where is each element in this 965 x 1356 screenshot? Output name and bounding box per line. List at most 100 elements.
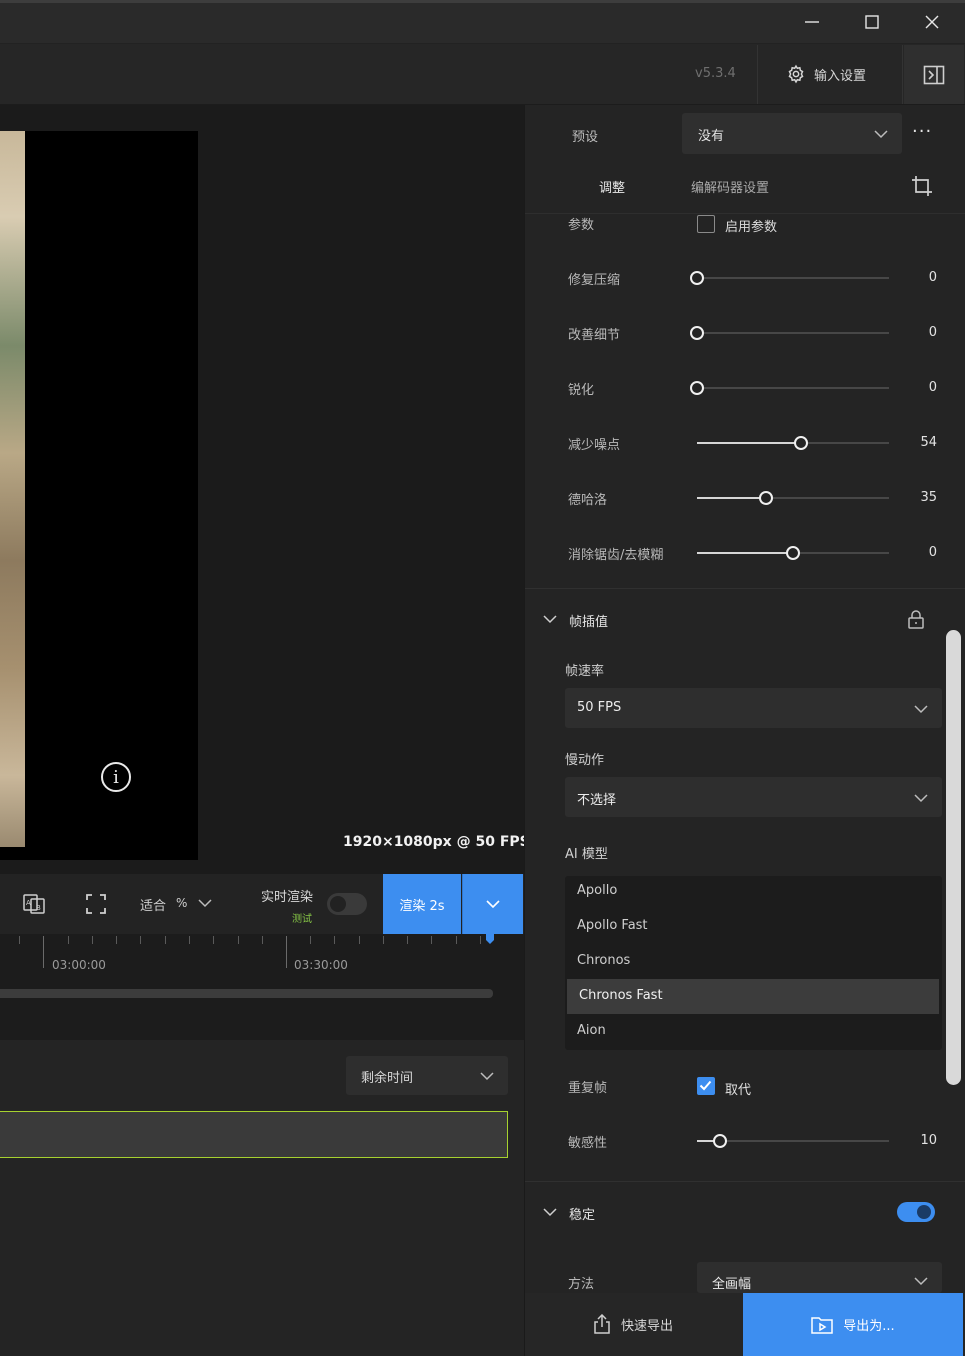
ai-model-option-label: Apollo Fast [577, 918, 648, 933]
compare-icon: A B [23, 894, 45, 914]
quick-export-button[interactable]: 快速导出 [593, 1314, 673, 1334]
slider-label: 改善细节 [568, 328, 621, 343]
timeline-tick [431, 936, 432, 944]
slider-handle[interactable] [786, 546, 800, 560]
timeline-tick [383, 936, 384, 944]
close-button[interactable] [904, 0, 960, 44]
preset-value: 没有 [698, 129, 725, 144]
render-options-button[interactable] [462, 874, 523, 934]
quick-export-label: 快速导出 [621, 1318, 674, 1334]
ai-model-option[interactable]: Apollo Fast [565, 909, 942, 944]
timeline-tick [310, 936, 311, 944]
time-display-select[interactable]: 剩余时间 [346, 1056, 508, 1095]
crop-button[interactable] [911, 175, 933, 201]
compare-button[interactable]: A B [22, 892, 46, 920]
slider-track[interactable] [697, 387, 889, 389]
version-label: v5.3.4 [695, 66, 736, 81]
timeline-tick [334, 936, 335, 944]
slider-handle[interactable] [690, 326, 704, 340]
fps-value: 50 FPS [577, 700, 622, 715]
ai-model-option-selected[interactable]: Chronos Fast [567, 979, 939, 1014]
slider-fill [697, 497, 767, 499]
slider-label: 消除锯齿/去模糊 [568, 548, 664, 563]
timeline-tick [165, 936, 166, 944]
video-frame [0, 131, 198, 860]
minimize-icon [805, 21, 819, 23]
replace-label: 取代 [725, 1083, 752, 1098]
ai-model-option[interactable]: Chronos [565, 944, 942, 979]
more-options-button[interactable]: ··· [912, 121, 932, 142]
chevron-down-icon [874, 130, 888, 139]
tab-codec-settings[interactable]: 编解码器设置 [691, 177, 769, 196]
render-button[interactable]: 渲染 2s [383, 874, 461, 934]
frame-interp-title: 帧插值 [569, 615, 609, 630]
sensitivity-slider-handle[interactable] [713, 1134, 728, 1148]
crop-icon [912, 176, 932, 196]
info-icon[interactable]: i [101, 762, 131, 792]
minimize-button[interactable] [784, 0, 840, 44]
stabilize-toggle[interactable] [897, 1202, 935, 1222]
slider-value: 35 [920, 490, 937, 505]
slider-handle[interactable] [793, 436, 808, 450]
slider-handle[interactable] [759, 491, 774, 505]
video-image [0, 131, 25, 847]
timeline-tick [238, 936, 239, 944]
lock-icon [908, 610, 924, 629]
input-settings-button[interactable]: 输入设置 [786, 60, 866, 88]
slider-label: 锐化 [568, 383, 595, 398]
slider-track[interactable] [697, 332, 889, 334]
realtime-render-toggle[interactable] [327, 893, 367, 915]
timeline-tick [456, 936, 457, 944]
toggle-panel-button[interactable] [904, 45, 964, 104]
fps-select[interactable]: 50 FPS [565, 688, 942, 728]
export-as-button[interactable]: 导出为... [743, 1293, 963, 1356]
stabilize-collapse-button[interactable] [543, 1206, 557, 1221]
ai-model-option[interactable]: Apollo [565, 874, 942, 909]
lock-button[interactable] [907, 610, 925, 634]
ai-model-option-label: Chronos [577, 953, 631, 968]
frame-interp-collapse-button[interactable] [543, 613, 557, 628]
header-divider [902, 45, 903, 104]
chevron-down-icon [480, 1072, 494, 1081]
preset-label: 预设 [572, 130, 599, 145]
section-divider [525, 588, 965, 589]
slowmo-select[interactable]: 不选择 [565, 777, 942, 817]
replace-dup-frames-checkbox[interactable] [697, 1077, 715, 1095]
enable-params-checkbox[interactable] [697, 215, 715, 233]
tab-adjust[interactable]: 调整 [599, 177, 625, 196]
ai-model-option-label: Aion [577, 1023, 606, 1038]
preset-select[interactable]: 没有 [682, 113, 902, 154]
timeline-tick [262, 936, 263, 944]
render-label: 渲染 2s [399, 898, 445, 914]
timeline-scrollbar[interactable] [0, 989, 493, 998]
timeline-time-label: 03:00:00 [52, 958, 106, 972]
ai-model-option[interactable]: Aion [565, 1014, 942, 1049]
stabilize-method-select[interactable]: 全画幅 [697, 1262, 942, 1293]
timeline[interactable] [0, 934, 524, 1040]
maximize-button[interactable] [844, 0, 900, 44]
slider-value: 0 [928, 545, 937, 560]
timeline-tick [43, 936, 44, 968]
slider-track[interactable] [697, 277, 889, 279]
chevron-down-icon [914, 705, 928, 714]
svg-text:A: A [26, 899, 31, 907]
timeline-tick [68, 936, 69, 944]
fullscreen-icon [86, 894, 106, 914]
zoom-dropdown[interactable] [198, 897, 212, 912]
zoom-fit-label[interactable]: 适合 [140, 895, 166, 914]
realtime-render-label: 实时渲染 [261, 890, 314, 905]
slider-handle[interactable] [690, 271, 704, 285]
enable-params-label: 启用参数 [725, 220, 778, 235]
folder-video-icon [811, 1316, 834, 1334]
fullscreen-button[interactable] [84, 892, 108, 920]
timeline-tick [19, 936, 20, 944]
slider-handle[interactable] [690, 381, 704, 395]
section-divider [525, 1181, 965, 1182]
chevron-down-icon [198, 899, 212, 908]
sensitivity-label: 敏感性 [568, 1136, 608, 1151]
timeline-tick [116, 936, 117, 944]
export-progress-bar [0, 1111, 508, 1158]
settings-scrollbar[interactable] [946, 630, 961, 1085]
timeline-tick [189, 936, 190, 944]
slider-fill [697, 552, 793, 554]
